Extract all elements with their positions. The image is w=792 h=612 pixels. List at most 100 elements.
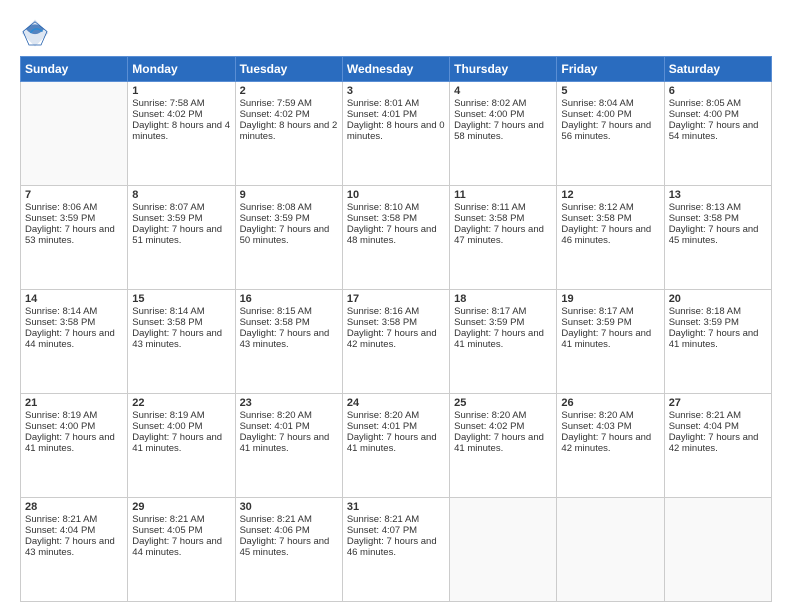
daylight-text: Daylight: 7 hours and 41 minutes. <box>669 328 767 350</box>
calendar-header-row: SundayMondayTuesdayWednesdayThursdayFrid… <box>21 57 772 82</box>
day-number: 19 <box>561 293 659 305</box>
sunset-text: Sunset: 4:00 PM <box>454 109 552 120</box>
sunrise-text: Sunrise: 8:01 AM <box>347 98 445 109</box>
day-number: 7 <box>25 189 123 201</box>
sunset-text: Sunset: 3:58 PM <box>347 317 445 328</box>
sunrise-text: Sunrise: 8:16 AM <box>347 306 445 317</box>
sunset-text: Sunset: 4:01 PM <box>347 109 445 120</box>
calendar-cell: 7Sunrise: 8:06 AMSunset: 3:59 PMDaylight… <box>21 186 128 290</box>
daylight-text: Daylight: 7 hours and 42 minutes. <box>669 432 767 454</box>
daylight-text: Daylight: 7 hours and 50 minutes. <box>240 224 338 246</box>
day-number: 16 <box>240 293 338 305</box>
day-number: 31 <box>347 501 445 513</box>
daylight-text: Daylight: 7 hours and 42 minutes. <box>561 432 659 454</box>
sunrise-text: Sunrise: 8:20 AM <box>240 410 338 421</box>
sunrise-text: Sunrise: 8:20 AM <box>454 410 552 421</box>
sunrise-text: Sunrise: 7:58 AM <box>132 98 230 109</box>
week-row-4: 28Sunrise: 8:21 AMSunset: 4:04 PMDayligh… <box>21 498 772 602</box>
sunset-text: Sunset: 3:58 PM <box>347 213 445 224</box>
daylight-text: Daylight: 7 hours and 42 minutes. <box>347 328 445 350</box>
day-number: 24 <box>347 397 445 409</box>
daylight-text: Daylight: 7 hours and 41 minutes. <box>25 432 123 454</box>
col-header-tuesday: Tuesday <box>235 57 342 82</box>
day-number: 28 <box>25 501 123 513</box>
day-number: 27 <box>669 397 767 409</box>
daylight-text: Daylight: 7 hours and 41 minutes. <box>454 328 552 350</box>
daylight-text: Daylight: 7 hours and 41 minutes. <box>561 328 659 350</box>
sunset-text: Sunset: 4:00 PM <box>132 421 230 432</box>
sunset-text: Sunset: 4:00 PM <box>561 109 659 120</box>
calendar-cell: 8Sunrise: 8:07 AMSunset: 3:59 PMDaylight… <box>128 186 235 290</box>
sunrise-text: Sunrise: 8:13 AM <box>669 202 767 213</box>
sunset-text: Sunset: 3:58 PM <box>561 213 659 224</box>
daylight-text: Daylight: 7 hours and 53 minutes. <box>25 224 123 246</box>
sunset-text: Sunset: 4:04 PM <box>669 421 767 432</box>
sunrise-text: Sunrise: 8:04 AM <box>561 98 659 109</box>
calendar-cell: 5Sunrise: 8:04 AMSunset: 4:00 PMDaylight… <box>557 82 664 186</box>
sunset-text: Sunset: 3:59 PM <box>25 213 123 224</box>
daylight-text: Daylight: 7 hours and 46 minutes. <box>347 536 445 558</box>
sunrise-text: Sunrise: 8:21 AM <box>669 410 767 421</box>
daylight-text: Daylight: 7 hours and 56 minutes. <box>561 120 659 142</box>
calendar-cell: 19Sunrise: 8:17 AMSunset: 3:59 PMDayligh… <box>557 290 664 394</box>
day-number: 18 <box>454 293 552 305</box>
daylight-text: Daylight: 7 hours and 43 minutes. <box>132 328 230 350</box>
sunrise-text: Sunrise: 8:17 AM <box>454 306 552 317</box>
day-number: 6 <box>669 85 767 97</box>
daylight-text: Daylight: 7 hours and 45 minutes. <box>240 536 338 558</box>
calendar-cell: 24Sunrise: 8:20 AMSunset: 4:01 PMDayligh… <box>342 394 449 498</box>
sunrise-text: Sunrise: 8:06 AM <box>25 202 123 213</box>
calendar-cell: 13Sunrise: 8:13 AMSunset: 3:58 PMDayligh… <box>664 186 771 290</box>
daylight-text: Daylight: 7 hours and 44 minutes. <box>132 536 230 558</box>
sunset-text: Sunset: 3:59 PM <box>240 213 338 224</box>
calendar-cell: 30Sunrise: 8:21 AMSunset: 4:06 PMDayligh… <box>235 498 342 602</box>
daylight-text: Daylight: 7 hours and 58 minutes. <box>454 120 552 142</box>
sunset-text: Sunset: 3:59 PM <box>669 317 767 328</box>
sunrise-text: Sunrise: 8:05 AM <box>669 98 767 109</box>
week-row-2: 14Sunrise: 8:14 AMSunset: 3:58 PMDayligh… <box>21 290 772 394</box>
daylight-text: Daylight: 7 hours and 41 minutes. <box>132 432 230 454</box>
day-number: 17 <box>347 293 445 305</box>
day-number: 2 <box>240 85 338 97</box>
sunrise-text: Sunrise: 7:59 AM <box>240 98 338 109</box>
sunrise-text: Sunrise: 8:14 AM <box>132 306 230 317</box>
week-row-3: 21Sunrise: 8:19 AMSunset: 4:00 PMDayligh… <box>21 394 772 498</box>
day-number: 3 <box>347 85 445 97</box>
day-number: 29 <box>132 501 230 513</box>
sunrise-text: Sunrise: 8:11 AM <box>454 202 552 213</box>
day-number: 4 <box>454 85 552 97</box>
sunset-text: Sunset: 3:58 PM <box>669 213 767 224</box>
col-header-friday: Friday <box>557 57 664 82</box>
sunrise-text: Sunrise: 8:20 AM <box>347 410 445 421</box>
day-number: 11 <box>454 189 552 201</box>
day-number: 30 <box>240 501 338 513</box>
calendar-cell: 21Sunrise: 8:19 AMSunset: 4:00 PMDayligh… <box>21 394 128 498</box>
day-number: 26 <box>561 397 659 409</box>
calendar-cell <box>664 498 771 602</box>
sunset-text: Sunset: 4:01 PM <box>347 421 445 432</box>
sunset-text: Sunset: 4:02 PM <box>132 109 230 120</box>
sunset-text: Sunset: 4:04 PM <box>25 525 123 536</box>
sunset-text: Sunset: 4:00 PM <box>25 421 123 432</box>
daylight-text: Daylight: 7 hours and 43 minutes. <box>240 328 338 350</box>
page: SundayMondayTuesdayWednesdayThursdayFrid… <box>0 0 792 612</box>
sunrise-text: Sunrise: 8:10 AM <box>347 202 445 213</box>
daylight-text: Daylight: 7 hours and 48 minutes. <box>347 224 445 246</box>
sunset-text: Sunset: 3:59 PM <box>132 213 230 224</box>
calendar-cell: 3Sunrise: 8:01 AMSunset: 4:01 PMDaylight… <box>342 82 449 186</box>
calendar-cell: 1Sunrise: 7:58 AMSunset: 4:02 PMDaylight… <box>128 82 235 186</box>
sunrise-text: Sunrise: 8:07 AM <box>132 202 230 213</box>
sunrise-text: Sunrise: 8:02 AM <box>454 98 552 109</box>
calendar-cell: 6Sunrise: 8:05 AMSunset: 4:00 PMDaylight… <box>664 82 771 186</box>
daylight-text: Daylight: 7 hours and 41 minutes. <box>240 432 338 454</box>
day-number: 25 <box>454 397 552 409</box>
calendar: SundayMondayTuesdayWednesdayThursdayFrid… <box>20 56 772 602</box>
sunset-text: Sunset: 3:59 PM <box>561 317 659 328</box>
sunrise-text: Sunrise: 8:17 AM <box>561 306 659 317</box>
day-number: 5 <box>561 85 659 97</box>
day-number: 8 <box>132 189 230 201</box>
sunrise-text: Sunrise: 8:19 AM <box>25 410 123 421</box>
calendar-cell: 4Sunrise: 8:02 AMSunset: 4:00 PMDaylight… <box>450 82 557 186</box>
calendar-cell: 10Sunrise: 8:10 AMSunset: 3:58 PMDayligh… <box>342 186 449 290</box>
day-number: 23 <box>240 397 338 409</box>
